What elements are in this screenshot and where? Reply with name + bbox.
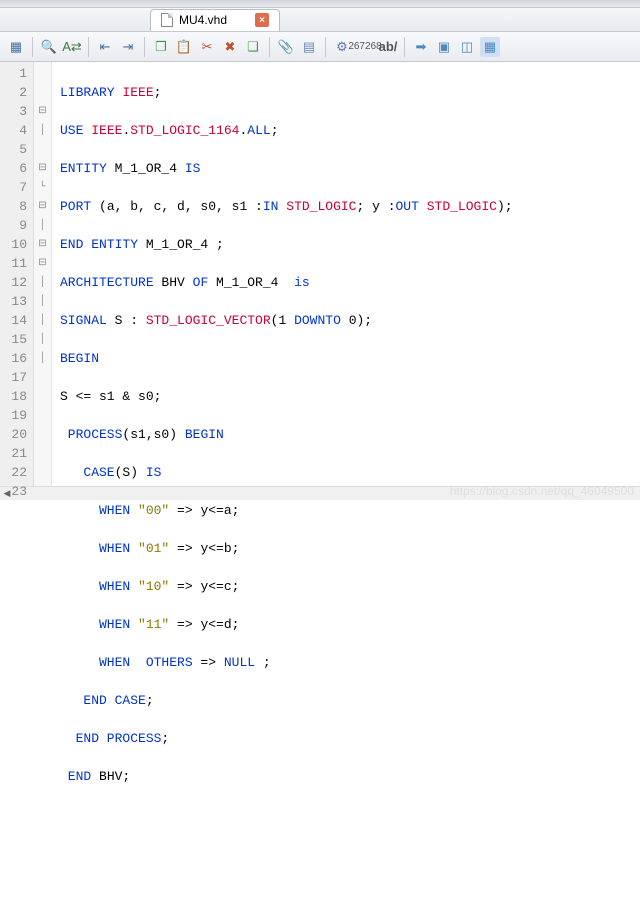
tab-bar: MU4.vhd × <box>0 8 640 32</box>
layout-icon[interactable]: ▦ <box>480 37 500 57</box>
toolbar: ▦ 🔍 A⇄ ⇤ ⇥ ❐ 📋 ✂ ✖ ❏ 📎 ▤ ⚙ 267268 ab/ ➡ … <box>0 32 640 62</box>
file-tab[interactable]: MU4.vhd × <box>150 9 280 31</box>
code-editor[interactable]: 123 456 789 101112 131415 161718 192021 … <box>0 62 640 486</box>
paste-icon[interactable]: 📋 <box>174 37 194 57</box>
window-top-edge <box>0 0 640 8</box>
fold-gutter[interactable]: ⊟ │⊟ └⊟│ ⊟⊟│ │││ │ <box>34 62 52 486</box>
close-icon[interactable]: × <box>255 13 269 27</box>
copy-icon[interactable]: ❐ <box>151 37 171 57</box>
file-icon <box>161 13 173 27</box>
text-format-icon[interactable]: ab/ <box>378 37 398 57</box>
indent-icon[interactable]: ⇥ <box>118 37 138 57</box>
comment-icon[interactable]: ▤ <box>299 37 319 57</box>
split-icon[interactable]: ◫ <box>457 37 477 57</box>
code-area[interactable]: LIBRARY IEEE; USE IEEE.STD_LOGIC_1164.AL… <box>52 62 640 486</box>
find-replace-icon[interactable]: A⇄ <box>62 37 82 57</box>
run-icon[interactable]: ➡ <box>411 37 431 57</box>
find-icon[interactable]: 🔍 <box>39 37 59 57</box>
delete-icon[interactable]: ✖ <box>220 37 240 57</box>
toggle-panel-icon[interactable]: ▦ <box>6 37 26 57</box>
window-icon[interactable]: ▣ <box>434 37 454 57</box>
attach-icon[interactable]: 📎 <box>276 37 296 57</box>
cut-icon[interactable]: ✂ <box>197 37 217 57</box>
bookmark-icon[interactable]: ❏ <box>243 37 263 57</box>
scroll-left-icon[interactable]: ◀ <box>0 487 14 501</box>
line-gutter: 123 456 789 101112 131415 161718 192021 … <box>0 62 34 486</box>
outdent-icon[interactable]: ⇤ <box>95 37 115 57</box>
zoom-ratio[interactable]: 267268 <box>355 37 375 57</box>
tab-title: MU4.vhd <box>179 13 227 27</box>
